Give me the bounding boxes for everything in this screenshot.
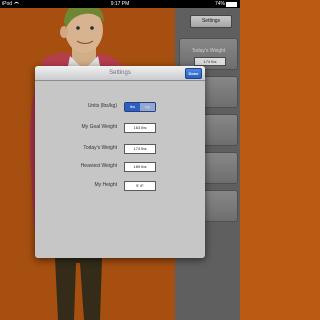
heaviest-weight-field[interactable]: 189 lbs	[124, 162, 156, 172]
units-segmented-control: lbs kg	[124, 102, 156, 112]
battery-icon	[226, 2, 237, 7]
clock-label: 9:17 PM	[110, 1, 130, 7]
units-label: Units (lbs/kg)	[87, 103, 117, 109]
done-button[interactable]: Done	[185, 68, 202, 79]
status-bar: iPod 9:17 PM 74%	[0, 0, 240, 8]
battery-percent: 74%	[214, 1, 225, 7]
height-label: My Height	[94, 182, 117, 188]
dialog-header: Settings Done	[35, 66, 205, 81]
goal-weight-field[interactable]: 163 lbs	[124, 123, 156, 133]
todays-weight-label: Today's Weight	[83, 145, 117, 151]
height-field[interactable]: 5' 8"	[124, 181, 156, 191]
units-option-kg[interactable]: kg	[140, 103, 155, 111]
dialog-title: Settings	[109, 70, 131, 76]
units-option-lbs[interactable]: lbs	[125, 103, 140, 111]
settings-dialog: Settings Done Units (lbs/kg) lbs kg My G…	[35, 66, 205, 258]
heaviest-weight-label: Heaviest Weight	[80, 163, 117, 169]
todays-weight-field[interactable]: 174 lbs	[124, 144, 156, 154]
goal-weight-label: My Goal Weight	[81, 124, 117, 130]
